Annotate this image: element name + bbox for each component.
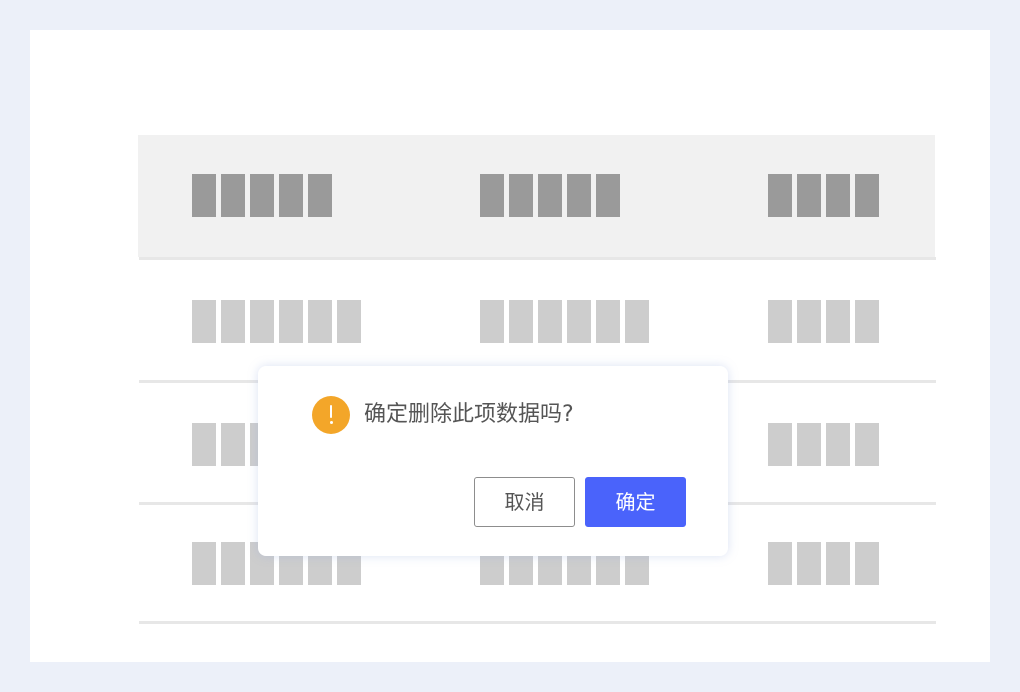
confirm-button[interactable]: 确定 xyxy=(585,477,686,527)
placeholder-text-block xyxy=(509,174,533,217)
row-divider xyxy=(139,621,936,624)
placeholder-text-block xyxy=(308,300,332,343)
row-cell xyxy=(768,542,879,585)
placeholder-text-block xyxy=(567,300,591,343)
placeholder-text-block xyxy=(797,300,821,343)
placeholder-text-block xyxy=(596,174,620,217)
placeholder-text-block xyxy=(625,300,649,343)
content-card xyxy=(30,30,990,662)
placeholder-text-block xyxy=(279,174,303,217)
placeholder-text-block xyxy=(250,300,274,343)
placeholder-text-block xyxy=(538,300,562,343)
placeholder-text-block xyxy=(480,300,504,343)
header-cell-3 xyxy=(768,174,879,217)
placeholder-text-block xyxy=(221,300,245,343)
confirm-delete-dialog: 确定删除此项数据吗? 取消 确定 xyxy=(258,366,728,556)
placeholder-text-block xyxy=(192,300,216,343)
placeholder-text-block xyxy=(768,300,792,343)
placeholder-text-block xyxy=(826,542,850,585)
placeholder-text-block xyxy=(250,174,274,217)
row-cell xyxy=(192,300,361,343)
warning-icon xyxy=(312,396,350,434)
header-cell-1 xyxy=(192,174,332,217)
row-cell xyxy=(480,300,649,343)
placeholder-text-block xyxy=(509,300,533,343)
placeholder-text-block xyxy=(192,542,216,585)
placeholder-text-block xyxy=(797,542,821,585)
placeholder-text-block xyxy=(855,423,879,466)
placeholder-text-block xyxy=(768,542,792,585)
placeholder-text-block xyxy=(279,300,303,343)
placeholder-text-block xyxy=(596,300,620,343)
placeholder-text-block xyxy=(768,174,792,217)
table-row xyxy=(138,260,936,380)
placeholder-text-block xyxy=(221,174,245,217)
table-header xyxy=(138,135,935,257)
placeholder-text-block xyxy=(855,174,879,217)
placeholder-text-block xyxy=(221,542,245,585)
placeholder-text-block xyxy=(337,300,361,343)
header-cell-2 xyxy=(480,174,620,217)
placeholder-text-block xyxy=(826,174,850,217)
row-cell xyxy=(768,423,879,466)
placeholder-text-block xyxy=(855,300,879,343)
placeholder-text-block xyxy=(797,174,821,217)
placeholder-text-block xyxy=(797,423,821,466)
placeholder-text-block xyxy=(826,423,850,466)
placeholder-text-block xyxy=(826,300,850,343)
placeholder-text-block xyxy=(192,423,216,466)
cancel-button[interactable]: 取消 xyxy=(474,477,575,527)
dialog-message: 确定删除此项数据吗? xyxy=(364,402,574,427)
placeholder-text-block xyxy=(308,174,332,217)
placeholder-text-block xyxy=(221,423,245,466)
placeholder-text-block xyxy=(192,174,216,217)
row-cell xyxy=(768,300,879,343)
placeholder-text-block xyxy=(567,174,591,217)
placeholder-text-block xyxy=(480,174,504,217)
placeholder-text-block xyxy=(538,174,562,217)
placeholder-text-block xyxy=(768,423,792,466)
placeholder-text-block xyxy=(855,542,879,585)
